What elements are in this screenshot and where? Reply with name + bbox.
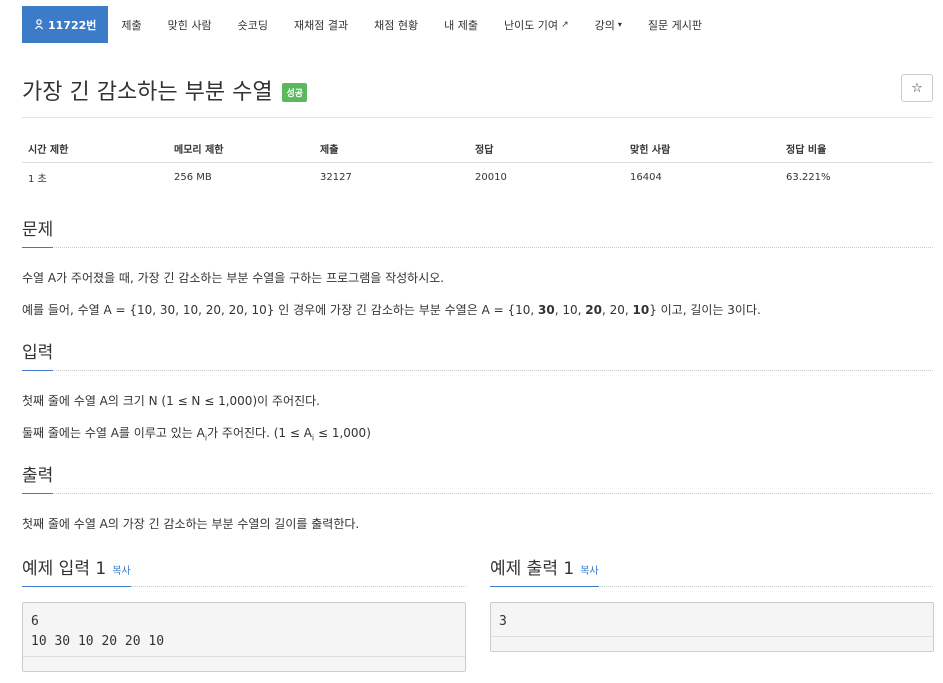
copy-button[interactable]: 복사: [112, 566, 130, 577]
bold-value: 10: [632, 303, 650, 317]
tab-short-coding[interactable]: 숏코딩: [225, 6, 281, 43]
value-solved-users: 16404: [630, 171, 662, 183]
tab-my-submissions[interactable]: 내 제출: [431, 6, 491, 43]
page-title: 가장 긴 감소하는 부분 수열: [22, 80, 273, 105]
tab-label: 맞힌 사람: [167, 18, 212, 32]
value-submissions: 32127: [320, 171, 352, 183]
copy-button[interactable]: 복사: [580, 566, 598, 577]
section-output: 출력: [22, 461, 933, 494]
table-header-row: 시간 제한 메모리 제한 제출 정답 맞힌 사람 정답 비율: [22, 134, 933, 163]
text-span: ≤ 1,000): [314, 426, 371, 440]
sample-input-content: 6 10 30 10 20 20 10: [31, 614, 165, 649]
problem-description-line2: 예를 들어, 수열 A = {10, 30, 10, 20, 20, 10} 인…: [22, 301, 761, 318]
sample-output-box[interactable]: 3: [490, 602, 934, 652]
scrollbar[interactable]: [23, 656, 465, 671]
text-span: , 10,: [554, 303, 586, 317]
input-description-line1: 첫째 줄에 수열 A의 크기 N (1 ≤ N ≤ 1,000)이 주어진다.: [22, 394, 320, 408]
header-memory-limit: 메모리 제한: [174, 144, 224, 156]
status-badge: 성공: [282, 82, 308, 102]
tab-label: 제출: [121, 18, 142, 32]
sample-output-content: 3: [499, 614, 507, 629]
text-span: 가 주어진다. (1 ≤ A: [207, 426, 312, 440]
sample-input-box[interactable]: 6 10 30 10 20 20 10: [22, 602, 466, 672]
output-description-line1: 첫째 줄에 수열 A의 가장 긴 감소하는 부분 수열의 길이를 출력한다.: [22, 517, 360, 531]
header-time-limit: 시간 제한: [28, 144, 69, 156]
divider: [22, 493, 933, 494]
value-memory-limit: 256 MB: [174, 171, 212, 183]
section-heading-output: 출력: [22, 461, 54, 494]
tab-status[interactable]: 채점 현황: [361, 6, 431, 43]
section-input: 입력: [22, 338, 933, 371]
bold-value: 20: [585, 303, 602, 317]
value-accepted: 20010: [475, 171, 507, 183]
header-ratio: 정답 비율: [786, 144, 827, 156]
problem-number-label: 11722번: [48, 18, 97, 32]
caret-down-icon: ▾: [617, 20, 622, 29]
tab-label: 재채점 결과: [294, 18, 349, 32]
section-heading-input: 입력: [22, 338, 54, 371]
section-heading-sample-output: 예제 출력 1 복사: [490, 554, 599, 587]
section-heading-problem: 문제: [22, 215, 54, 248]
star-icon: ☆: [911, 80, 923, 96]
divider: [22, 370, 933, 371]
tab-label: 채점 현황: [374, 18, 419, 32]
tab-label: 강의: [594, 18, 615, 32]
value-ratio: 63.221%: [786, 171, 831, 183]
title-row: 가장 긴 감소하는 부분 수열 성공 ☆: [22, 74, 933, 105]
input-description-line2: 둘째 줄에는 수열 A를 이루고 있는 Ai가 주어진다. (1 ≤ Ai ≤ …: [22, 424, 371, 442]
external-link-icon: ↗: [561, 19, 569, 30]
table-row: 1 초 256 MB 32127 20010 16404 63.221%: [22, 163, 933, 191]
divider: [22, 247, 933, 248]
star-button[interactable]: ☆: [901, 74, 933, 102]
tab-lectures[interactable]: 강의 ▾: [582, 6, 635, 43]
section-sample-input: 예제 입력 1 복사: [22, 554, 466, 587]
problem-description-line1: 수열 A가 주어졌을 때, 가장 긴 감소하는 부분 수열을 구하는 프로그램을…: [22, 271, 445, 285]
text-span: 둘째 줄에는 수열 A를 이루고 있는 A: [22, 426, 205, 440]
tab-label: 난이도 기여: [503, 18, 559, 32]
tab-label: 내 제출: [444, 18, 478, 32]
header-solved-users: 맞힌 사람: [630, 144, 671, 156]
tab-problem-number[interactable]: 11722번: [22, 6, 109, 43]
user-badge-icon: [35, 19, 43, 30]
scrollbar[interactable]: [491, 636, 933, 651]
section-problem: 문제: [22, 215, 933, 248]
value-time-limit: 1 초: [28, 173, 47, 185]
tab-label: 숏코딩: [237, 18, 268, 32]
header-submissions: 제출: [320, 144, 339, 156]
section-sample-output: 예제 출력 1 복사: [490, 554, 933, 587]
problem-info-table: 시간 제한 메모리 제한 제출 정답 맞힌 사람 정답 비율 1 초 256 M…: [22, 134, 933, 191]
header-accepted: 정답: [475, 144, 494, 156]
section-heading-sample-input: 예제 입력 1 복사: [22, 554, 131, 587]
tab-questions[interactable]: 질문 게시판: [635, 6, 715, 43]
tab-label: 질문 게시판: [647, 18, 702, 32]
divider: [22, 117, 933, 118]
problem-nav: 11722번 제출 맞힌 사람 숏코딩 재채점 결과 채점 현황 내 제출 난이…: [22, 6, 715, 43]
tab-difficulty[interactable]: 난이도 기여 ↗: [491, 6, 582, 43]
text-span: } 이고, 길이는 3이다.: [649, 303, 761, 317]
tab-solved-users[interactable]: 맞힌 사람: [155, 6, 225, 43]
text-span: , 20,: [601, 303, 633, 317]
heading-text: 예제 출력 1: [490, 559, 575, 579]
text-span: 예를 들어, 수열 A = {10, 30, 10, 20, 20, 10} 인…: [22, 303, 539, 317]
tab-submit[interactable]: 제출: [108, 6, 154, 43]
heading-text: 예제 입력 1: [22, 559, 107, 579]
bold-value: 30: [538, 303, 555, 317]
tab-rejudge[interactable]: 재채점 결과: [281, 6, 361, 43]
